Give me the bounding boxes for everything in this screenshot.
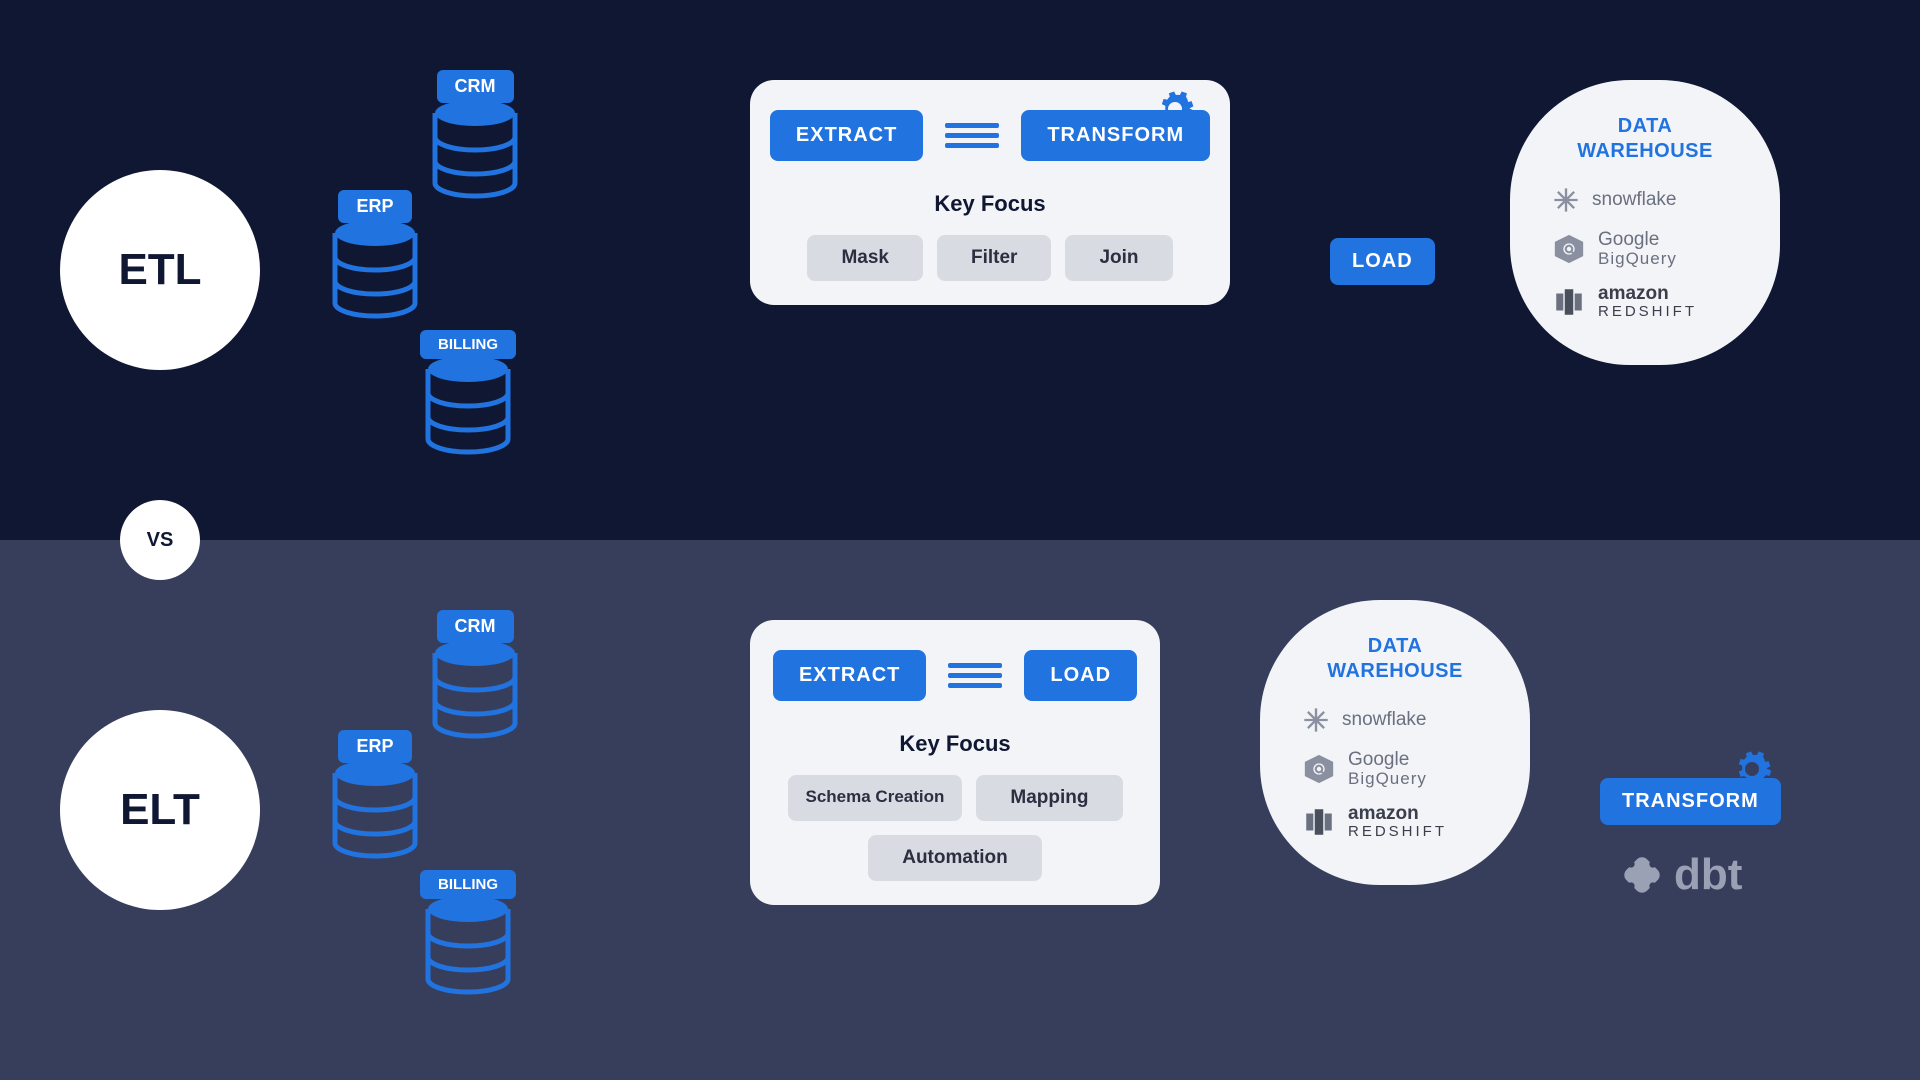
dbt-label: dbt — [1674, 850, 1742, 900]
elt-label-circle: ELT — [60, 710, 260, 910]
chip-grid: Mask Filter Join — [807, 235, 1172, 281]
source-billing-label: BILLING — [420, 870, 516, 899]
vendor-bigquery: GoogleBigQuery — [1288, 750, 1502, 788]
chip-mask: Mask — [807, 235, 923, 281]
pill-row: EXTRACT LOAD — [773, 650, 1137, 701]
elt-data-warehouse: DATA WAREHOUSE snowflake GoogleBigQuery … — [1260, 600, 1530, 885]
database-icon — [423, 355, 513, 465]
key-focus-title: Key Focus — [934, 191, 1045, 217]
vendor-snowflake: snowflake — [1538, 186, 1752, 214]
gear-icon — [1154, 88, 1196, 130]
equals-icon — [945, 123, 999, 148]
vendor-bigquery: GoogleBigQuery — [1538, 230, 1752, 268]
chip-automation: Automation — [868, 835, 1042, 881]
source-crm-label: CRM — [437, 70, 514, 103]
extract-pill: EXTRACT — [770, 110, 923, 161]
elt-label: ELT — [120, 785, 200, 835]
etl-data-warehouse: DATA WAREHOUSE snowflake GoogleBigQuery … — [1510, 80, 1780, 365]
source-billing: BILLING — [420, 330, 516, 465]
gear-icon — [1731, 748, 1773, 790]
elt-focus-panel: EXTRACT LOAD Key Focus Schema Creation M… — [750, 620, 1160, 905]
etl-section: ETL CRM ERP BILLING — [0, 0, 1920, 540]
transform-pill: TRANSFORM — [1021, 110, 1210, 161]
warehouse-title: DATA WAREHOUSE — [1577, 114, 1713, 164]
bigquery-icon — [1302, 752, 1336, 786]
source-billing-elt: BILLING — [420, 870, 516, 1005]
extract-pill: EXTRACT — [773, 650, 926, 701]
source-erp-label: ERP — [338, 190, 411, 223]
warehouse-title: DATA WAREHOUSE — [1327, 634, 1463, 684]
bigquery-icon — [1552, 232, 1586, 266]
equals-icon — [948, 663, 1002, 688]
vs-badge: VS — [120, 500, 200, 580]
source-billing-label: BILLING — [420, 330, 516, 359]
source-erp-elt: ERP — [330, 730, 420, 869]
database-icon — [430, 639, 520, 749]
source-crm-elt: CRM — [430, 610, 520, 749]
source-erp: ERP — [330, 190, 420, 329]
etl-label-circle: ETL — [60, 170, 260, 370]
etl-label: ETL — [118, 245, 201, 295]
snowflake-icon — [1552, 186, 1580, 214]
connector-lines — [0, 0, 300, 150]
dbt-tool: dbt — [1620, 850, 1742, 900]
dbt-icon — [1620, 853, 1664, 897]
snowflake-icon — [1302, 706, 1330, 734]
load-pill: LOAD — [1024, 650, 1137, 701]
source-crm: CRM — [430, 70, 520, 209]
vendor-redshift: amazonREDSHIFT — [1538, 284, 1752, 320]
source-crm-label: CRM — [437, 610, 514, 643]
elt-section: ELT CRM ERP BILLING — [0, 540, 1920, 1080]
chip-mapping: Mapping — [976, 775, 1122, 821]
database-icon — [330, 219, 420, 329]
redshift-icon — [1552, 285, 1586, 319]
transform-pill: TRANSFORM — [1600, 778, 1781, 825]
vendor-redshift: amazonREDSHIFT — [1288, 804, 1502, 840]
chip-grid: Schema Creation Mapping Automation — [776, 775, 1134, 881]
redshift-icon — [1302, 805, 1336, 839]
database-icon — [430, 99, 520, 209]
database-icon — [423, 895, 513, 1005]
database-icon — [330, 759, 420, 869]
chip-filter: Filter — [937, 235, 1051, 281]
chip-schema: Schema Creation — [788, 775, 963, 821]
key-focus-title: Key Focus — [899, 731, 1010, 757]
chip-join: Join — [1065, 235, 1172, 281]
pill-row: EXTRACT TRANSFORM — [770, 110, 1210, 161]
source-erp-label: ERP — [338, 730, 411, 763]
vendor-snowflake: snowflake — [1288, 706, 1502, 734]
load-pill: LOAD — [1330, 238, 1435, 285]
etl-focus-panel: EXTRACT TRANSFORM Key Focus Mask Filter … — [750, 80, 1230, 305]
